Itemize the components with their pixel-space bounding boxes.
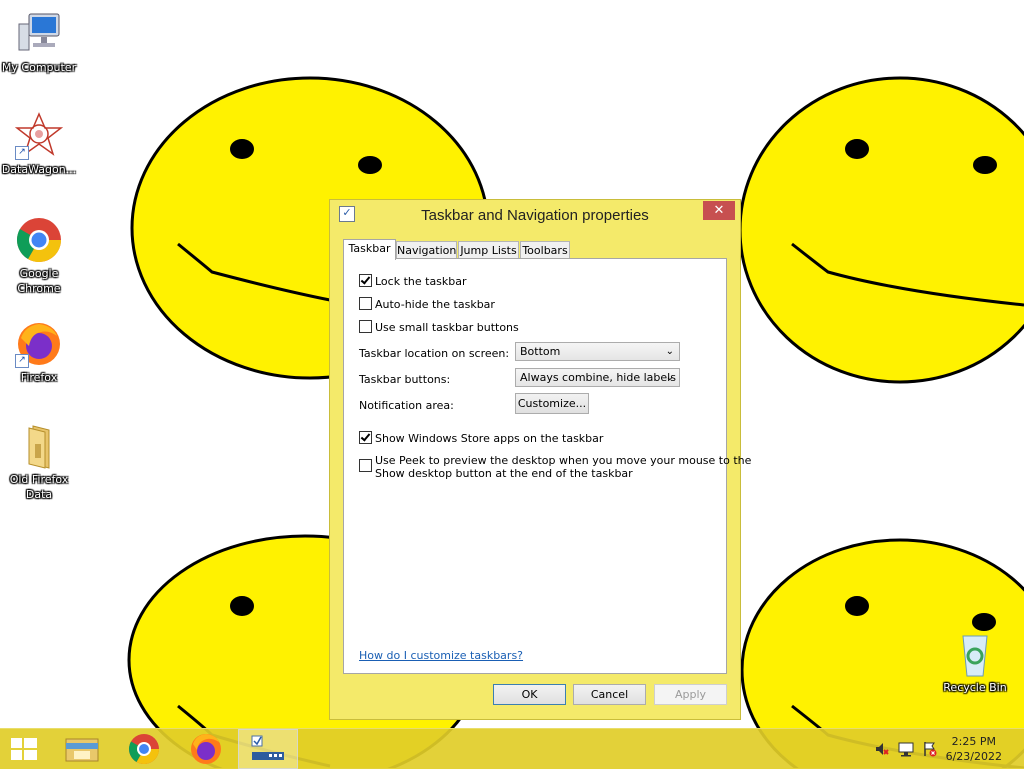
tab-toolbars[interactable]: Toolbars	[520, 241, 570, 258]
lock-taskbar-checkbox[interactable]	[359, 274, 372, 287]
desktop-icon-label: Old Firefox Data	[9, 473, 69, 501]
taskbar-file-explorer[interactable]	[52, 729, 112, 769]
firefox-icon: ↗	[15, 320, 63, 368]
desktop-icon-label: Recycle Bin	[943, 681, 1007, 694]
dialog-titlebar[interactable]: ✓ Taskbar and Navigation properties ✕	[330, 200, 740, 230]
start-icon	[11, 738, 37, 760]
close-button[interactable]: ✕	[703, 201, 735, 220]
desktop-icon-old-firefox-data[interactable]: Old Firefox Data	[0, 422, 78, 502]
cancel-button[interactable]: Cancel	[573, 684, 646, 705]
lock-taskbar-label: Lock the taskbar	[375, 275, 467, 288]
desktop-icon-my-computer[interactable]: My Computer	[0, 10, 78, 75]
taskbar-properties-button[interactable]	[238, 729, 298, 769]
desktop-icon-label: DataWagon...	[1, 163, 77, 176]
desktop-icon-label: Firefox	[20, 371, 58, 384]
computer-icon	[15, 10, 63, 58]
peek-option[interactable]: Use Peek to preview the desktop when you…	[359, 454, 751, 480]
taskbar-properties-dialog: ✓ Taskbar and Navigation properties ✕ Ta…	[329, 199, 751, 720]
tab-jump-lists[interactable]: Jump Lists	[458, 241, 519, 258]
dialog-title: Taskbar and Navigation properties	[421, 207, 649, 224]
desktop-icon-google-chrome[interactable]: Google Chrome	[0, 216, 78, 296]
peek-label-line2: Show desktop button at the end of the ta…	[375, 467, 633, 480]
auto-hide-label: Auto-hide the taskbar	[375, 298, 495, 311]
store-apps-option[interactable]: Show Windows Store apps on the taskbar	[359, 431, 603, 445]
small-buttons-label: Use small taskbar buttons	[375, 321, 519, 334]
system-clock[interactable]: 2:25 PM 6/23/2022	[946, 734, 1002, 764]
location-label: Taskbar location on screen:	[359, 347, 510, 360]
location-value: Bottom	[520, 345, 561, 358]
clock-time: 2:25 PM	[951, 735, 996, 748]
small-buttons-checkbox[interactable]	[359, 320, 372, 333]
apply-button[interactable]: Apply	[654, 684, 727, 705]
location-dropdown[interactable]: Bottom ⌄	[515, 342, 680, 361]
start-button[interactable]	[0, 729, 48, 769]
file-explorer-icon	[65, 738, 99, 762]
datawagon-icon: ↗	[14, 112, 64, 160]
taskbar-buttons-value: Always combine, hide labels	[520, 371, 676, 384]
clock-date: 6/23/2022	[945, 750, 1002, 763]
taskbar-properties-icon	[251, 735, 284, 760]
network-icon[interactable]	[898, 741, 914, 757]
notification-area-label: Notification area:	[359, 399, 454, 412]
help-link[interactable]: How do I customize taskbars?	[359, 649, 523, 662]
small-buttons-option[interactable]: Use small taskbar buttons	[359, 320, 519, 334]
peek-label-line1: Use Peek to preview the desktop when you…	[375, 454, 752, 467]
tab-navigation[interactable]: Navigation	[396, 241, 457, 258]
chrome-icon	[128, 734, 159, 765]
peek-checkbox[interactable]	[359, 459, 372, 472]
taskbar-tab-panel: Lock the taskbar Auto-hide the taskbar U…	[343, 258, 751, 674]
chevron-down-icon: ⌄	[665, 346, 674, 357]
ok-button[interactable]: OK	[493, 684, 566, 705]
shortcut-arrow-icon: ↗	[15, 146, 29, 160]
lock-taskbar-option[interactable]: Lock the taskbar	[359, 274, 467, 288]
desktop-icon-recycle-bin[interactable]: Recycle Bin	[936, 630, 1014, 695]
taskbar-buttons-dropdown[interactable]: Always combine, hide labels ⌄	[515, 368, 680, 387]
auto-hide-option[interactable]: Auto-hide the taskbar	[359, 297, 495, 311]
desktop-icon-datawagon[interactable]: ↗ DataWagon...	[0, 112, 78, 177]
store-apps-label: Show Windows Store apps on the taskbar	[375, 432, 604, 445]
desktop-icon-firefox[interactable]: ↗ Firefox	[0, 320, 78, 385]
taskbar-buttons-label: Taskbar buttons:	[359, 373, 451, 386]
recycle-bin-icon	[951, 630, 999, 678]
store-apps-checkbox[interactable]	[359, 431, 372, 444]
chevron-down-icon: ⌄	[665, 372, 674, 383]
chrome-icon	[15, 216, 63, 264]
firefox-icon	[191, 734, 221, 764]
taskbar-chrome[interactable]	[114, 729, 174, 769]
taskbar-firefox[interactable]	[176, 729, 236, 769]
volume-muted-icon[interactable]	[874, 741, 890, 757]
taskbar: 2:25 PM 6/23/2022	[0, 728, 1024, 769]
tab-taskbar[interactable]: Taskbar	[343, 239, 396, 260]
desktop-icon-label: My Computer	[1, 61, 77, 74]
shortcut-arrow-icon: ↗	[15, 354, 29, 368]
customize-button[interactable]: Customize...	[515, 393, 589, 414]
folder-icon	[15, 422, 63, 470]
desktop-icon-label: Google Chrome	[17, 267, 61, 295]
action-center-icon[interactable]	[922, 741, 938, 757]
auto-hide-checkbox[interactable]	[359, 297, 372, 310]
close-icon: ✕	[713, 203, 725, 218]
